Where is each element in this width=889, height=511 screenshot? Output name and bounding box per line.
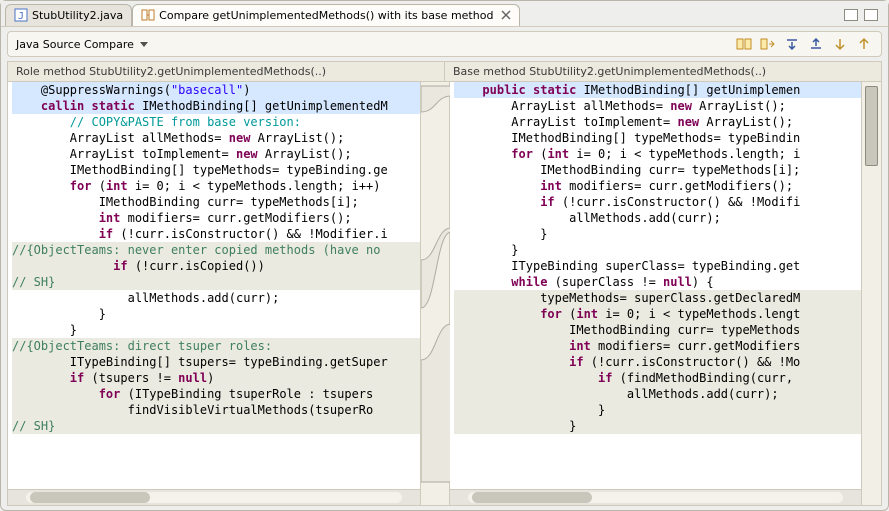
right-code-view[interactable]: public static IMethodBinding[] getUnimpl… (450, 82, 862, 489)
code-line: if (!curr.isConstructor() && !Modifier.i (12, 226, 420, 242)
tab-stubutility[interactable]: J StubUtility2.java (5, 4, 132, 26)
code-line: //{ObjectTeams: direct tsuper roles: (12, 338, 420, 354)
code-line: for (ITypeBinding tsuperRole : tsupers (12, 386, 420, 402)
code-line: } (454, 418, 862, 434)
code-line: while (superClass != null) { (454, 274, 862, 290)
code-line: if (!curr.isConstructor() && !Modifi (454, 194, 862, 210)
window-controls (844, 9, 884, 21)
code-line: ITypeBinding[] tsupers= typeBinding.getS… (12, 354, 420, 370)
code-line: for (int i= 0; i < typeMethods.length; i (454, 146, 862, 162)
code-line: int modifiers= curr.getModifiers(); (454, 178, 862, 194)
next-diff-button[interactable] (783, 35, 801, 53)
code-line: if (findMethodBinding(curr, (454, 370, 862, 386)
compare-mode-dropdown[interactable]: Java Source Compare (16, 38, 148, 51)
code-line: ArrayList toImplement= new ArrayList(); (12, 146, 420, 162)
code-line: typeMethods= superClass.getDeclaredM (454, 290, 862, 306)
tab-compare[interactable]: Compare getUnimplementedMethods() with i… (132, 4, 520, 26)
right-h-scrollbar[interactable] (450, 489, 862, 505)
compare-tools (735, 35, 873, 53)
chevron-down-icon (140, 42, 148, 47)
left-code-view[interactable]: @SuppressWarnings("basecall") callin sta… (8, 82, 420, 489)
code-line: public static IMethodBinding[] getUnimpl… (454, 82, 862, 98)
tab-strip: J StubUtility2.java Compare getUnimpleme… (1, 1, 888, 27)
code-line: if (tsupers != null) (12, 370, 420, 386)
code-line: IMethodBinding curr= typeMethods[i]; (12, 194, 420, 210)
right-pane: public static IMethodBinding[] getUnimpl… (450, 82, 862, 505)
overview-ruler[interactable] (861, 82, 881, 505)
code-line: } (12, 306, 420, 322)
minimize-icon[interactable] (844, 9, 858, 21)
code-line: ArrayList toImplement= new ArrayList(); (454, 114, 862, 130)
code-line: } (12, 322, 420, 338)
compare-icon (141, 8, 155, 22)
compare-panes: @SuppressWarnings("basecall") callin sta… (7, 81, 882, 506)
code-line: for (int i= 0; i < typeMethods.lengt (454, 306, 862, 322)
code-line: // COPY&PASTE from base version: (12, 114, 420, 130)
code-line: findVisibleVirtualMethods(tsuperRo (12, 402, 420, 418)
code-line: } (454, 402, 862, 418)
code-line: ArrayList allMethods= new ArrayList(); (12, 130, 420, 146)
code-line: //{ObjectTeams: never enter copied metho… (12, 242, 420, 258)
editor-window: J StubUtility2.java Compare getUnimpleme… (0, 0, 889, 511)
code-line: IMethodBinding curr= typeMethods[i]; (454, 162, 862, 178)
code-line: callin static IMethodBinding[] getUnimpl… (12, 98, 420, 114)
code-line: } (454, 226, 862, 242)
compare-mode-label: Java Source Compare (16, 38, 134, 51)
prev-change-button[interactable] (855, 35, 873, 53)
code-line: int modifiers= curr.getModifiers(); (12, 210, 420, 226)
pane-headers: Role method StubUtility2.getUnimplemente… (7, 61, 882, 81)
left-h-scrollbar[interactable] (8, 489, 420, 505)
prev-diff-button[interactable] (807, 35, 825, 53)
code-line: // SH} (12, 274, 420, 290)
code-line: if (!curr.isConstructor() && !Mo (454, 354, 862, 370)
copy-all-nonconflicting-button[interactable] (735, 35, 753, 53)
left-pane: @SuppressWarnings("basecall") callin sta… (8, 82, 420, 505)
code-line: @SuppressWarnings("basecall") (12, 82, 420, 98)
code-line: } (454, 242, 862, 258)
right-pane-header: Base method StubUtility2.getUnimplemente… (444, 61, 882, 81)
code-line: IMethodBinding curr= typeMethods (454, 322, 862, 338)
close-icon[interactable] (501, 10, 511, 20)
java-file-icon: J (14, 8, 28, 22)
code-line: IMethodBinding[] typeMethods= typeBindin… (12, 162, 420, 178)
tab-label: StubUtility2.java (32, 9, 123, 22)
code-line: IMethodBinding[] typeMethods= typeBindin (454, 130, 862, 146)
compare-toolbar: Java Source Compare (7, 31, 882, 57)
overview-thumb[interactable] (865, 86, 878, 166)
left-pane-header: Role method StubUtility2.getUnimplemente… (7, 61, 444, 81)
code-line: ITypeBinding superClass= typeBinding.get (454, 258, 862, 274)
code-line: allMethods.add(curr); (454, 210, 862, 226)
tab-label: Compare getUnimplementedMethods() with i… (159, 9, 493, 22)
code-line: // SH} (12, 418, 420, 434)
next-change-button[interactable] (831, 35, 849, 53)
code-line: for (int i= 0; i < typeMethods.length; i… (12, 178, 420, 194)
maximize-icon[interactable] (864, 9, 878, 21)
svg-text:J: J (18, 11, 24, 22)
code-line: if (!curr.isCopied()) (12, 258, 420, 274)
code-line: ArrayList allMethods= new ArrayList(); (454, 98, 862, 114)
code-line: int modifiers= curr.getModifiers (454, 338, 862, 354)
code-line: allMethods.add(curr); (12, 290, 420, 306)
copy-current-change-button[interactable] (759, 35, 777, 53)
diff-gutter (420, 82, 450, 505)
code-line: allMethods.add(curr); (454, 386, 862, 402)
